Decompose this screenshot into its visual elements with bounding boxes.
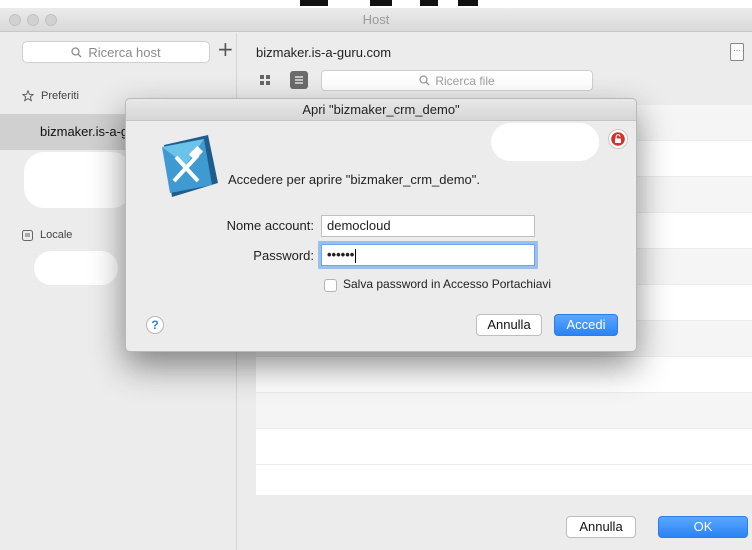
redacted-area (24, 152, 132, 208)
star-icon (22, 90, 34, 102)
icon-view-button[interactable] (256, 71, 274, 89)
list-view-button[interactable] (290, 71, 308, 89)
search-host-input[interactable]: Ricerca host (22, 41, 210, 63)
window-title: Host (362, 12, 390, 27)
minimize-window-button[interactable] (27, 14, 39, 26)
cancel-button[interactable]: Annulla (566, 516, 636, 538)
ok-button[interactable]: OK (658, 516, 748, 538)
search-icon (419, 75, 430, 86)
password-value: •••••• (327, 247, 355, 262)
zoom-window-button[interactable] (45, 14, 57, 26)
top-edge-strip (0, 0, 752, 8)
search-file-input[interactable]: Ricerca file (321, 70, 593, 91)
account-name-value: democloud (327, 218, 391, 233)
login-button[interactable]: Accedi (554, 314, 618, 336)
selected-host-label: bizmaker.is-a-g (40, 124, 129, 139)
filemaker-app-icon (162, 135, 218, 197)
dialog-message: Accedere per aprire "bizmaker_crm_demo". (228, 172, 480, 187)
dialog-title: Apri "bizmaker_crm_demo" (126, 99, 636, 121)
close-window-button[interactable] (9, 14, 21, 26)
login-dialog: Apri "bizmaker_crm_demo" Accedere per ap… (125, 98, 637, 352)
redacted-area (491, 123, 599, 161)
document-info-icon[interactable]: ··· (730, 43, 744, 61)
dialog-cancel-button[interactable]: Annulla (476, 314, 542, 336)
list-item[interactable] (256, 357, 752, 393)
host-title: bizmaker.is-a-guru.com (256, 45, 392, 60)
add-host-button[interactable]: + (217, 38, 234, 60)
grid-icon (260, 75, 270, 85)
help-button[interactable]: ? (146, 316, 164, 334)
password-field[interactable]: •••••• (321, 244, 535, 266)
text-caret (355, 248, 357, 263)
lock-open-icon[interactable] (608, 129, 628, 149)
account-label: Nome account: (226, 218, 314, 233)
password-label: Password: (253, 248, 314, 263)
list-icon (295, 76, 303, 84)
save-password-label[interactable]: Salva password in Accesso Portachiavi (343, 277, 551, 291)
redacted-area (34, 251, 118, 285)
list-item[interactable] (256, 429, 752, 465)
save-password-checkbox[interactable] (324, 279, 337, 292)
search-icon (71, 46, 82, 57)
local-section[interactable]: Locale (22, 229, 72, 241)
account-name-field[interactable]: democloud (321, 215, 535, 237)
search-file-placeholder: Ricerca file (435, 73, 495, 88)
favorites-label: Preferiti (41, 90, 79, 102)
local-label: Locale (40, 229, 73, 241)
local-icon (22, 229, 33, 241)
favorites-section[interactable]: Preferiti (22, 90, 79, 102)
list-item[interactable] (256, 393, 752, 429)
window-titlebar: Host (0, 8, 752, 32)
search-host-placeholder: Ricerca host (88, 44, 161, 60)
